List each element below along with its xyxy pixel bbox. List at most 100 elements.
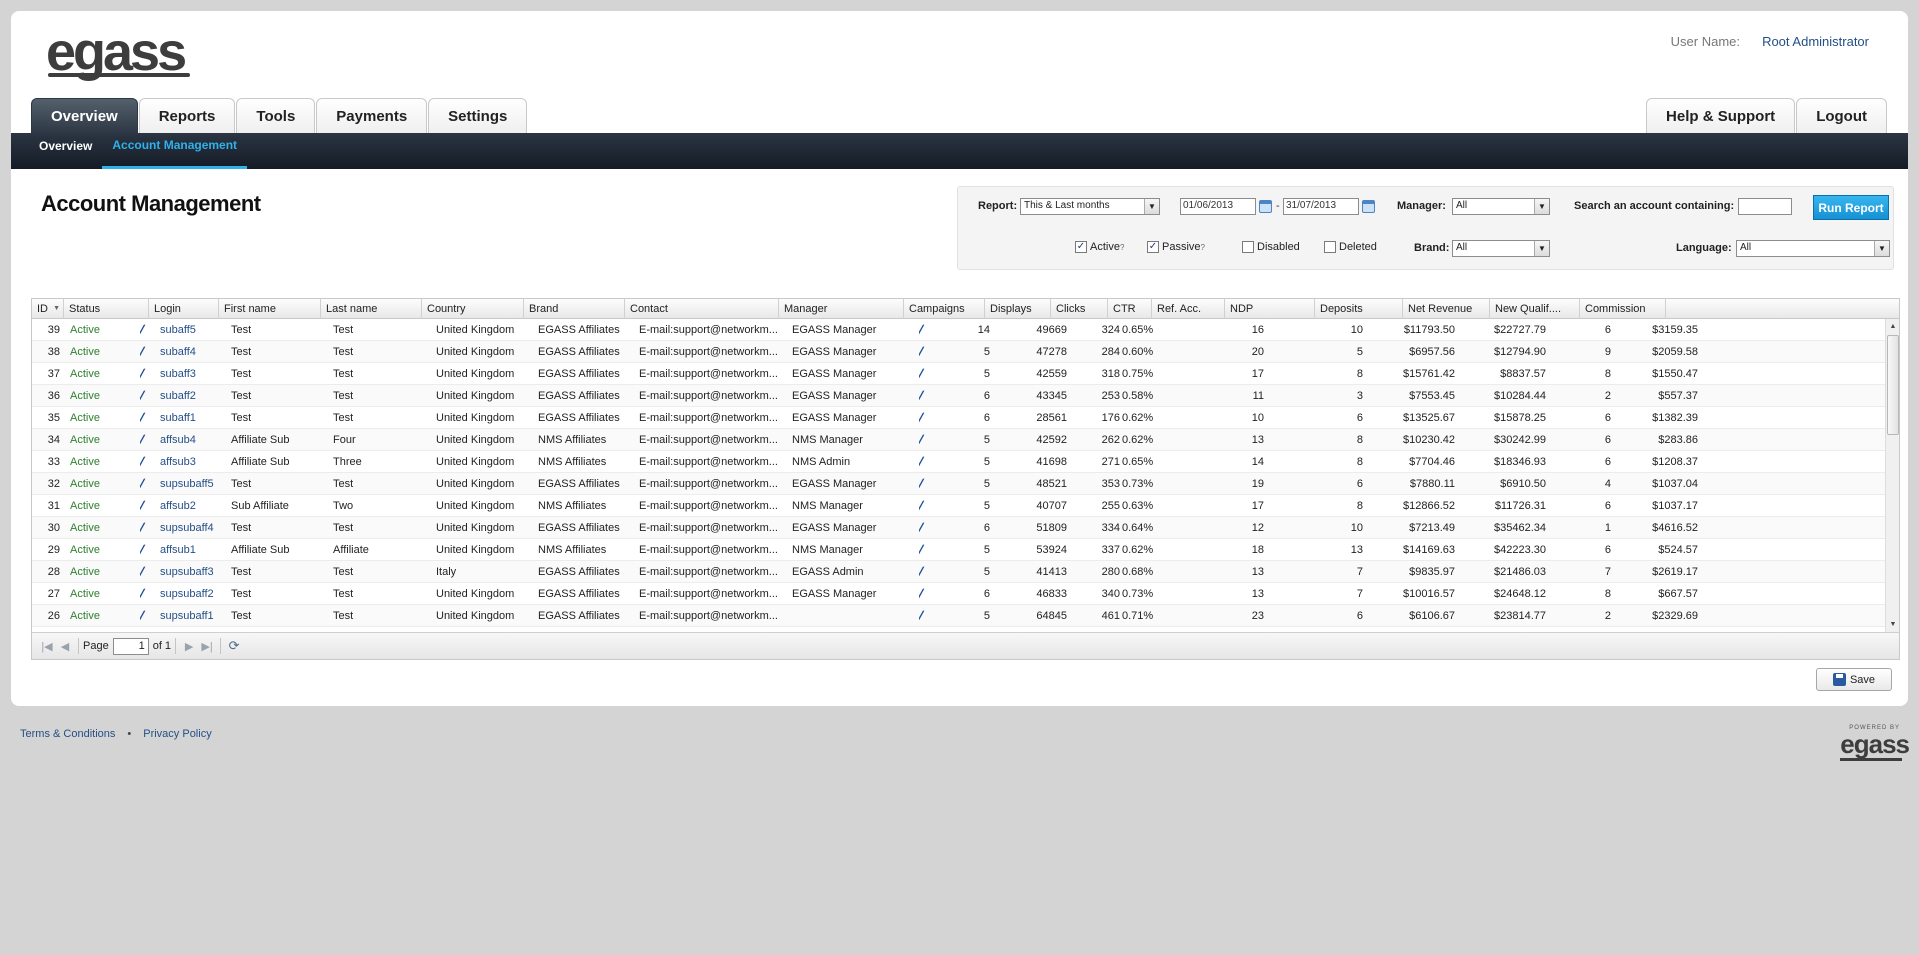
edit-manager-icon[interactable]: / <box>919 561 931 583</box>
language-select[interactable]: All ▼ <box>1736 240 1890 257</box>
col-login-cell[interactable]: affsub4 <box>160 429 230 451</box>
scroll-up-icon[interactable]: ▲ <box>1886 321 1899 333</box>
col-login-cell[interactable]: supsubaff4 <box>160 517 230 539</box>
col-new-qualif-header[interactable]: New Qualif.... <box>1490 299 1580 319</box>
date-from-input[interactable]: 01/06/2013 <box>1180 198 1256 215</box>
help-mark[interactable]: ? <box>1120 243 1124 252</box>
col-displays-header[interactable]: Displays <box>985 299 1051 319</box>
edit-login-icon[interactable]: / <box>140 539 152 561</box>
edit-login-icon[interactable]: / <box>140 341 152 363</box>
tab-logout[interactable]: Logout <box>1796 98 1887 133</box>
col-status-header[interactable]: Status <box>64 299 149 319</box>
calendar-icon[interactable] <box>1259 200 1272 213</box>
tab-settings[interactable]: Settings <box>428 98 528 133</box>
edit-login-icon[interactable]: / <box>140 407 152 429</box>
col-last-name-header[interactable]: Last name <box>321 299 422 319</box>
col-contact-header[interactable]: Contact <box>625 299 779 319</box>
help-mark[interactable]: ? <box>1201 243 1205 252</box>
col-first-name-header[interactable]: First name <box>219 299 321 319</box>
col-manager-header[interactable]: Manager <box>779 299 904 319</box>
edit-manager-icon[interactable]: / <box>919 319 931 341</box>
table-row[interactable]: 26 Active supsubaff1 Test Test United Kingdom… <box>32 605 1885 627</box>
tab-overview[interactable]: Overview <box>31 98 138 133</box>
edit-manager-icon[interactable]: / <box>919 517 931 539</box>
edit-login-icon[interactable]: / <box>140 583 152 605</box>
table-row[interactable]: 31 Active affsub2 Sub Affiliate Two United Ki… <box>32 495 1885 517</box>
next-page-icon[interactable]: ▶ <box>180 640 198 653</box>
manager-select[interactable]: All ▼ <box>1452 198 1550 215</box>
edit-manager-icon[interactable]: / <box>919 473 931 495</box>
table-row[interactable]: 38 Active subaff4 Test Test United Kingdom EGA… <box>32 341 1885 363</box>
table-row[interactable]: 37 Active subaff3 Test Test United Kingdom EGA… <box>32 363 1885 385</box>
col-login-cell[interactable]: supsubaff1 <box>160 605 230 627</box>
calendar-icon[interactable] <box>1362 200 1375 213</box>
deleted-checkbox[interactable]: Deleted <box>1324 241 1377 253</box>
table-row[interactable]: 27 Active supsubaff2 Test Test United Kingdom… <box>32 583 1885 605</box>
refresh-icon[interactable]: ⟳ <box>225 638 243 654</box>
table-row[interactable]: 33 Active affsub3 Affiliate Sub Three United … <box>32 451 1885 473</box>
passive-checkbox[interactable]: ✓ Passive? <box>1147 241 1205 253</box>
user-name-link[interactable]: Root Administrator <box>1762 34 1869 49</box>
edit-login-icon[interactable]: / <box>140 561 152 583</box>
tab-tools[interactable]: Tools <box>236 98 316 133</box>
edit-manager-icon[interactable]: / <box>919 605 931 627</box>
table-row[interactable]: 29 Active affsub1 Affiliate Sub Affiliate Uni… <box>32 539 1885 561</box>
edit-manager-icon[interactable]: / <box>919 583 931 605</box>
col-login-cell[interactable]: subaff5 <box>160 319 230 341</box>
date-to-input[interactable]: 31/07/2013 <box>1283 198 1359 215</box>
col-campaigns-header[interactable]: Campaigns <box>904 299 985 319</box>
egass-logo[interactable]: egass <box>46 25 187 79</box>
col-brand-header[interactable]: Brand <box>524 299 625 319</box>
tab-reports[interactable]: Reports <box>138 98 236 133</box>
table-row[interactable]: 32 Active supsubaff5 Test Test United Kingdom… <box>32 473 1885 495</box>
edit-login-icon[interactable]: / <box>140 319 152 341</box>
col-ctr-header[interactable]: CTR <box>1108 299 1152 319</box>
edit-login-icon[interactable]: / <box>140 473 152 495</box>
table-row[interactable]: 39 Active subaff5 Test Test United Kingdom EGA… <box>32 319 1885 341</box>
col-login-cell[interactable]: affsub1 <box>160 539 230 561</box>
table-row[interactable]: 34 Active affsub4 Affiliate Sub Four United K… <box>32 429 1885 451</box>
col-ndp-header[interactable]: NDP <box>1225 299 1315 319</box>
col-login-header[interactable]: Login <box>149 299 219 319</box>
prev-page-icon[interactable]: ◀ <box>56 640 74 653</box>
table-row[interactable]: 30 Active supsubaff4 Test Test United Kingdom… <box>32 517 1885 539</box>
edit-manager-icon[interactable]: / <box>919 341 931 363</box>
last-page-icon[interactable]: ▶| <box>198 640 216 653</box>
col-clicks-header[interactable]: Clicks <box>1051 299 1108 319</box>
edit-login-icon[interactable]: / <box>140 495 152 517</box>
col-login-cell[interactable]: supsubaff3 <box>160 561 230 583</box>
scroll-thumb[interactable] <box>1887 335 1899 435</box>
table-row[interactable]: 28 Active supsubaff3 Test Test Italy EGASS Aff… <box>32 561 1885 583</box>
vertical-scrollbar[interactable]: ▲ ▼ <box>1885 319 1899 633</box>
table-row[interactable]: 36 Active subaff2 Test Test United Kingdom EGA… <box>32 385 1885 407</box>
edit-manager-icon[interactable]: / <box>919 451 931 473</box>
col-login-cell[interactable]: affsub2 <box>160 495 230 517</box>
edit-login-icon[interactable]: / <box>140 605 152 627</box>
col-id-header[interactable]: ID ▼ <box>32 299 64 319</box>
disabled-checkbox[interactable]: Disabled <box>1242 241 1300 253</box>
run-report-button[interactable]: Run Report <box>1813 195 1889 220</box>
col-deposits-header[interactable]: Deposits <box>1315 299 1403 319</box>
edit-manager-icon[interactable]: / <box>919 407 931 429</box>
search-account-input[interactable] <box>1738 198 1792 215</box>
tab-help-support[interactable]: Help & Support <box>1646 98 1796 133</box>
col-login-cell[interactable]: subaff4 <box>160 341 230 363</box>
first-page-icon[interactable]: |◀ <box>38 640 56 653</box>
col-login-cell[interactable]: subaff3 <box>160 363 230 385</box>
edit-manager-icon[interactable]: / <box>919 363 931 385</box>
edit-login-icon[interactable]: / <box>140 363 152 385</box>
brand-select[interactable]: All ▼ <box>1452 240 1550 257</box>
report-select[interactable]: This & Last months ▼ <box>1020 198 1160 215</box>
table-row[interactable]: 35 Active subaff1 Test Test United Kingdom EGA… <box>32 407 1885 429</box>
edit-login-icon[interactable]: / <box>140 517 152 539</box>
scroll-down-icon[interactable]: ▼ <box>1886 619 1899 631</box>
edit-login-icon[interactable]: / <box>140 385 152 407</box>
col-login-cell[interactable]: subaff1 <box>160 407 230 429</box>
col-login-cell[interactable]: subaff2 <box>160 385 230 407</box>
edit-login-icon[interactable]: / <box>140 451 152 473</box>
edit-manager-icon[interactable]: / <box>919 495 931 517</box>
col-commission-header[interactable]: Commission <box>1580 299 1666 319</box>
col-login-cell[interactable]: affsub3 <box>160 451 230 473</box>
edit-login-icon[interactable]: / <box>140 429 152 451</box>
save-button[interactable]: Save <box>1816 668 1892 691</box>
